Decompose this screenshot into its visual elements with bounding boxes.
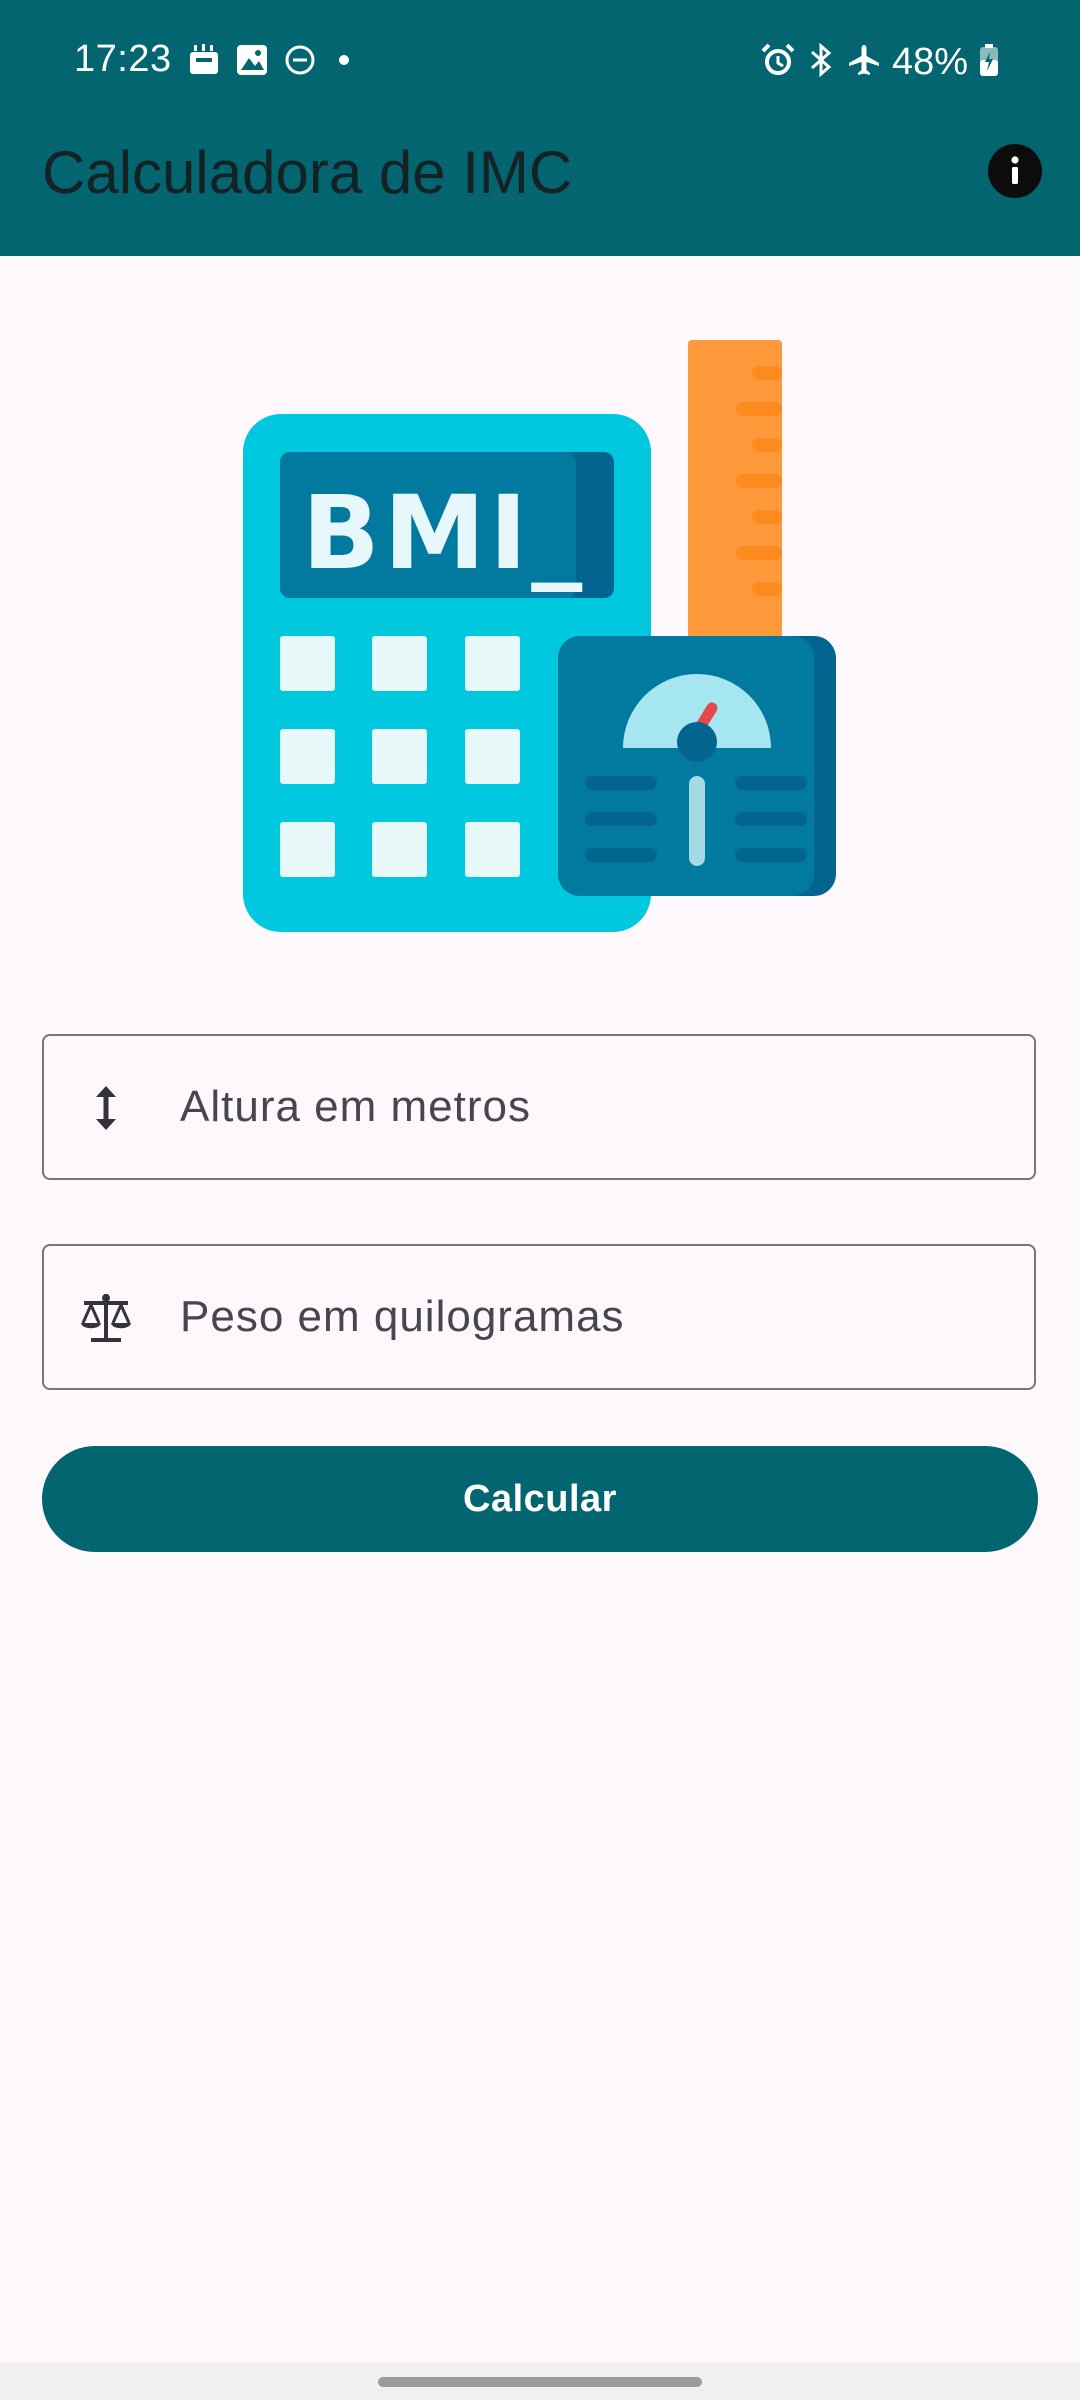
airplane-icon: [846, 42, 882, 83]
gesture-handle[interactable]: [378, 2377, 702, 2387]
info-button[interactable]: [988, 144, 1042, 198]
height-input[interactable]: [180, 1036, 1000, 1178]
dot-icon: [330, 42, 354, 83]
navigation-bar: [0, 2362, 1080, 2400]
dnd-icon: [282, 42, 318, 83]
weight-input[interactable]: [180, 1246, 1000, 1388]
weight-field[interactable]: [42, 1244, 1036, 1390]
battery-icon: [978, 42, 1000, 83]
page-title: Calculadora de IMC: [42, 139, 573, 206]
calculate-button[interactable]: Calcular: [42, 1446, 1038, 1552]
height-field[interactable]: [42, 1034, 1036, 1180]
scale-icon: [78, 1290, 134, 1346]
status-time: 17:23: [74, 38, 172, 80]
alarm-icon: [760, 42, 796, 83]
bluetooth-icon: [806, 42, 836, 83]
cast-icon: [186, 42, 222, 83]
battery-percent: 48%: [891, 40, 968, 83]
bmi-illustration: BMI_: [240, 336, 840, 936]
status-left-icons: [186, 42, 354, 83]
status-bar: 17:23 48%: [0, 0, 1080, 124]
image-icon: [234, 42, 270, 83]
illustration-screen-text: BMI_: [302, 474, 586, 593]
top-app-bar: 17:23 48% Calculadora de IMC: [0, 0, 1080, 256]
info-icon: [1011, 156, 1019, 184]
height-arrows-icon: [78, 1080, 134, 1136]
status-right-icons: 48%: [760, 40, 1000, 84]
